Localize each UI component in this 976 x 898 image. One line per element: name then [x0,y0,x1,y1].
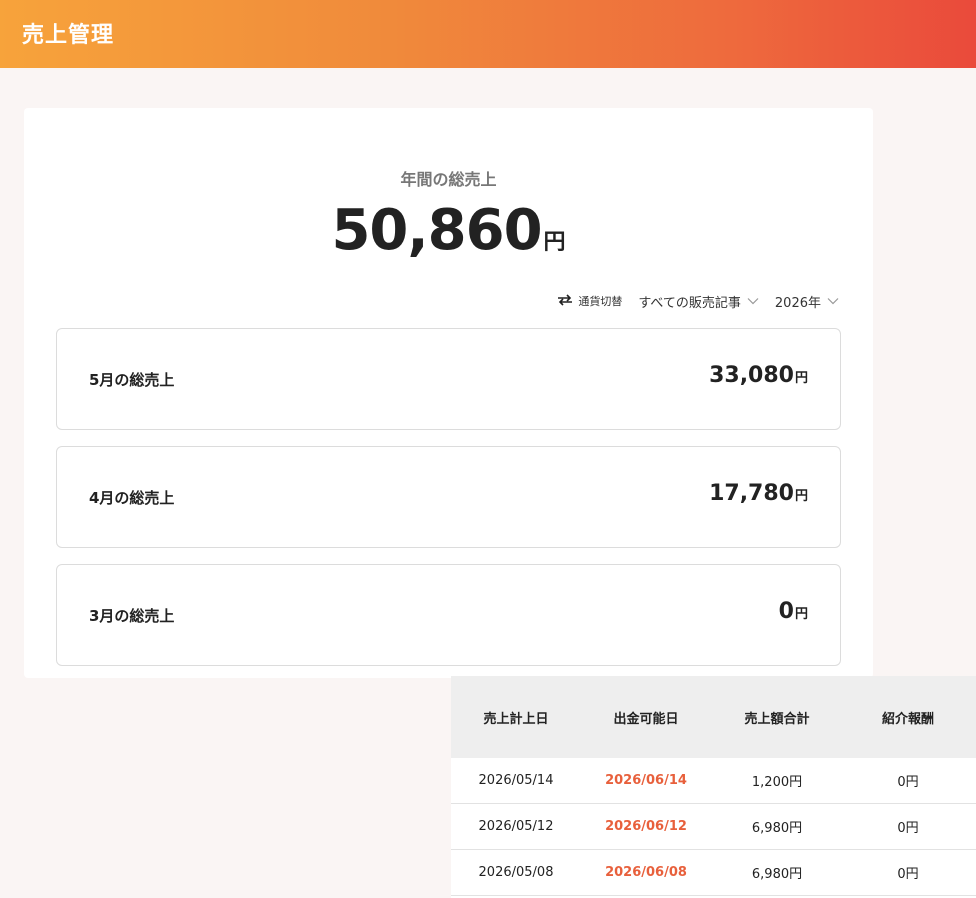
month-sales-amount: 0円 [779,599,808,624]
articles-dropdown[interactable]: すべての販売記事 [638,292,759,311]
month-sales-may[interactable]: 5月の総売上 33,080円 [56,328,841,430]
month-sales-unit: 円 [794,371,808,386]
year-dropdown[interactable]: 2026年 [775,292,839,311]
table-row[interactable]: 2026/05/08 2026/06/08 6,980円 0円 [451,850,976,896]
cell-referral: 0円 [897,821,919,836]
cell-sale-date: 2026/05/12 [478,819,554,834]
sales-summary-card: 年間の総売上 50,860円 通貨切替 すべての販売記事 2026年 5月の総売… [24,108,873,678]
month-sales-value: 33,080 [709,363,794,388]
table-header-row: 売上計上日 出金可能日 売上額合計 紹介報酬 [451,676,976,758]
swap-icon [557,293,573,309]
month-sales-label: 3月の総売上 [89,607,175,625]
year-dropdown-label: 2026年 [774,295,821,311]
currency-switch-button[interactable]: 通貨切替 [557,293,622,309]
month-sales-amount: 33,080円 [709,363,808,388]
month-sales-value: 17,780 [709,481,794,506]
cell-total: 1,200円 [751,775,803,790]
month-sales-unit: 円 [794,607,808,622]
app-header: 売上管理 [0,0,976,68]
month-sales-label: 4月の総売上 [89,489,175,507]
cell-payout-date: 2026/06/14 [605,773,687,788]
month-sales-amount: 17,780円 [709,481,808,506]
cell-sale-date: 2026/05/08 [478,865,554,880]
filter-bar: 通貨切替 すべての販売記事 2026年 [557,292,839,311]
chevron-down-icon [827,298,839,305]
page-title: 売上管理 [22,23,115,48]
cell-referral: 0円 [897,867,919,882]
month-sales-march[interactable]: 3月の総売上 0円 [56,564,841,666]
column-header-total: 売上額合計 [744,711,810,727]
month-sales-value: 0 [778,599,794,624]
table-row[interactable]: 2026/05/14 2026/06/14 1,200円 0円 [451,758,976,804]
column-header-sale-date: 売上計上日 [483,711,549,727]
cell-referral: 0円 [897,775,919,790]
cell-total: 6,980円 [751,821,803,836]
annual-sales-value: 50,860 [331,198,542,263]
cell-sale-date: 2026/05/14 [478,773,554,788]
annual-sales-label: 年間の総売上 [400,170,497,189]
annual-sales-amount: 50,860円 [24,198,873,263]
month-sales-unit: 円 [794,489,808,504]
cell-total: 6,980円 [751,867,803,882]
month-sales-april[interactable]: 4月の総売上 17,780円 [56,446,841,548]
column-header-payout-date: 出金可能日 [613,711,679,727]
currency-switch-label: 通貨切替 [578,295,623,308]
cell-payout-date: 2026/06/12 [605,819,687,834]
sales-detail-table: 売上計上日 出金可能日 売上額合計 紹介報酬 2026/05/14 2026/0… [451,676,976,898]
chevron-down-icon [747,298,759,305]
column-header-referral: 紹介報酬 [881,711,934,727]
month-sales-label: 5月の総売上 [89,371,175,389]
annual-sales-unit: 円 [543,230,566,255]
articles-dropdown-label: すべての販売記事 [638,295,741,311]
table-row[interactable]: 2026/05/12 2026/06/12 6,980円 0円 [451,804,976,850]
cell-payout-date: 2026/06/08 [605,865,687,880]
